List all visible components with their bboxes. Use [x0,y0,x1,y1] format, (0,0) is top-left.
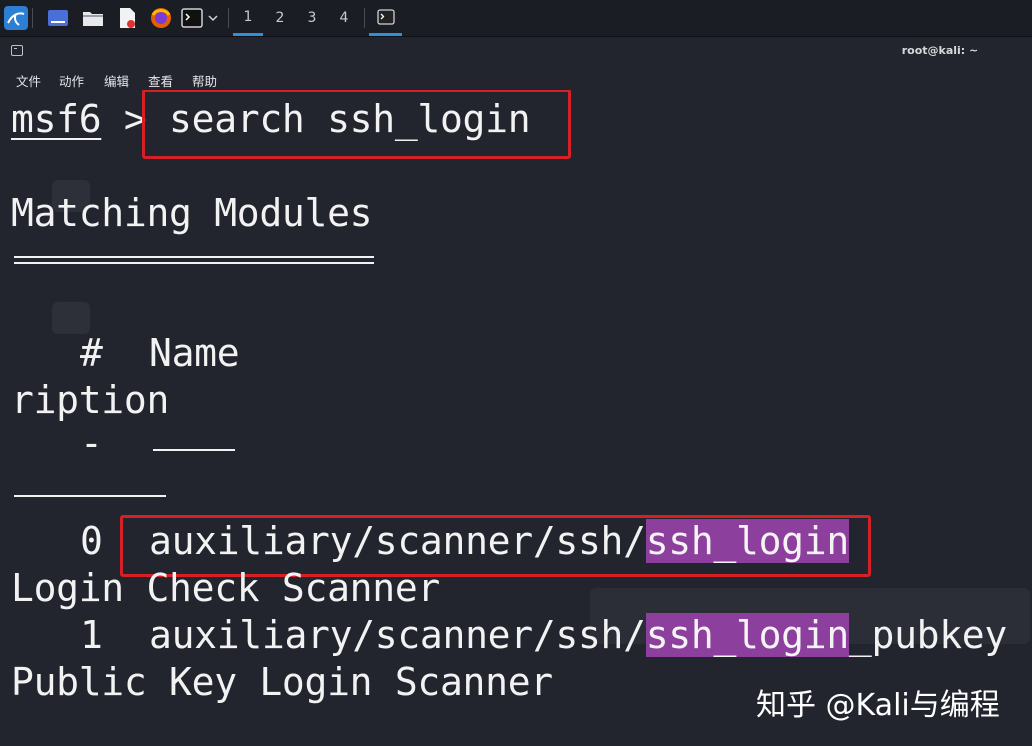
terminal-task-button[interactable] [369,0,402,36]
module-path: auxiliary/scanner/ssh/ [149,613,646,657]
window-titlebar[interactable]: root@kali: ~ [0,37,1032,67]
window-title: root@kali: ~ [901,44,979,57]
terminal-window-icon [11,45,23,56]
column-description-header: ription [11,378,170,422]
module-name[interactable]: auxiliary/scanner/ssh/ssh_login_pubkey [149,612,1007,658]
command-highlight-box [142,90,571,159]
heading-underline-top [14,256,374,258]
column-description-separator [14,495,166,497]
text-editor-icon[interactable] [115,6,139,30]
module-description: Public Key Login Scanner [11,660,553,704]
module-suffix: _pubkey [848,613,1007,657]
zhihu-watermark: 知乎 @Kali与编程 [756,688,1000,723]
menu-view[interactable]: 查看 [148,71,173,90]
prompt-symbol: > [101,97,147,141]
terminal-output[interactable]: msf6 > search ssh_login Matching Modules… [0,90,1032,746]
menu-bar: 文件 动作 编辑 查看 帮助 [0,67,1032,89]
file-manager-icon[interactable] [81,6,105,30]
workspace-2[interactable]: 2 [265,0,295,36]
taskbar-separator [364,8,365,28]
terminal-launcher-icon[interactable] [180,6,204,30]
kali-menu-icon[interactable] [4,6,28,30]
taskbar-separator [228,8,229,28]
heading-underline-bottom [14,262,374,264]
column-hash-header: # [80,331,103,375]
terminal-icon [376,8,395,25]
menu-file[interactable]: 文件 [16,71,41,90]
menu-help[interactable]: 帮助 [192,71,217,90]
prompt-label: msf6 [11,97,102,141]
module-index: 0 [80,519,103,563]
column-name-header: Name [149,331,240,375]
firefox-icon[interactable] [149,6,173,30]
results-heading: Matching Modules [11,191,373,235]
system-taskbar: 1 2 3 4 [0,0,1032,37]
menu-edit[interactable]: 编辑 [104,71,129,90]
module-index: 1 [80,613,103,657]
column-hash-separator: - [80,421,103,465]
workspace-4[interactable]: 4 [329,0,359,36]
column-name-separator [153,449,235,451]
chevron-down-icon[interactable] [205,6,221,30]
taskbar-separator [32,8,33,28]
module-description: Login Check Scanner [11,566,440,610]
workspace-3[interactable]: 3 [297,0,327,36]
workspace-1[interactable]: 1 [233,0,263,36]
menu-action[interactable]: 动作 [59,71,84,90]
search-match-highlight: ssh_login [645,613,849,657]
show-desktop-icon[interactable] [46,6,70,30]
